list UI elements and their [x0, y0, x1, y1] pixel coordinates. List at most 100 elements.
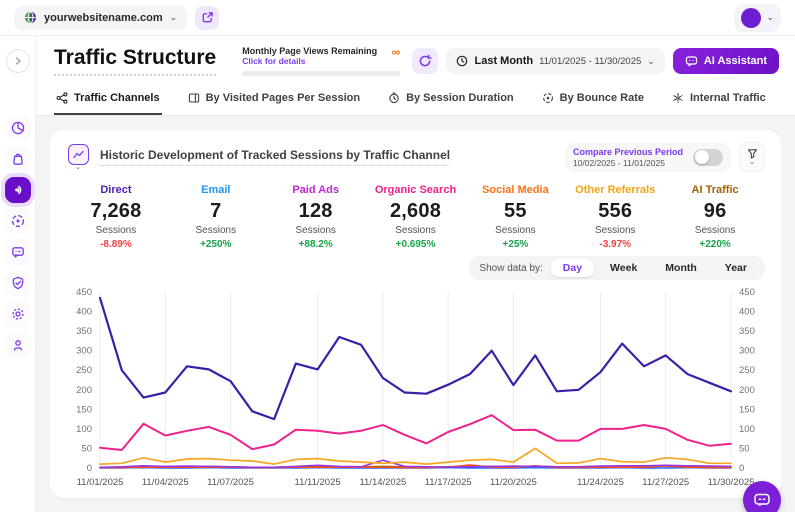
- sidebar-item-dashboard[interactable]: [4, 115, 31, 141]
- content-area: ⌄ Historic Development of Tracked Sessio…: [36, 116, 795, 512]
- support-chat-button[interactable]: [743, 481, 781, 512]
- svg-text:450: 450: [739, 287, 755, 298]
- line-chart-icon: [72, 150, 84, 158]
- tab-internal-traffic[interactable]: Internal Traffic: [670, 84, 768, 115]
- tab-bounce-rate[interactable]: By Bounce Rate: [540, 84, 646, 115]
- svg-text:50: 50: [81, 443, 92, 454]
- tab-traffic-channels[interactable]: Traffic Channels: [54, 84, 162, 115]
- granularity-option-year[interactable]: Year: [713, 259, 759, 277]
- svg-text:11/01/2025: 11/01/2025: [77, 477, 124, 488]
- bounce-target-icon: [542, 93, 553, 103]
- website-selector[interactable]: yourwebsitename.com ⌄: [14, 5, 188, 30]
- stopwatch-icon: [389, 92, 399, 104]
- svg-text:300: 300: [76, 346, 92, 357]
- granularity-option-month[interactable]: Month: [653, 259, 709, 277]
- channel-stat-direct[interactable]: Direct 7,268 Sessions -8.89%: [66, 184, 166, 250]
- channel-stat-ai-traffic[interactable]: AI Traffic 96 Sessions +220%: [665, 184, 765, 250]
- channel-value: 128: [298, 200, 333, 222]
- svg-text:11/17/2025: 11/17/2025: [425, 477, 472, 488]
- tab-label: By Visited Pages Per Session: [205, 92, 361, 104]
- tab-label: By Session Duration: [406, 92, 514, 104]
- granularity-label: Show data by:: [479, 262, 543, 274]
- svg-text:0: 0: [87, 463, 92, 474]
- pageviews-quota: Monthly Page Views Remaining Click for d…: [242, 46, 401, 76]
- sidebar: [0, 36, 36, 512]
- channel-value: 7,268: [90, 200, 142, 222]
- compare-toggle[interactable]: [693, 148, 723, 166]
- channel-unit: Sessions: [95, 225, 137, 236]
- channel-stat-organic-search[interactable]: Organic Search 2,608 Sessions +0.695%: [366, 184, 466, 250]
- sidebar-item-account[interactable]: [4, 332, 31, 358]
- pages-icon: [188, 93, 199, 103]
- tab-visited-pages[interactable]: By Visited Pages Per Session: [186, 84, 362, 115]
- svg-text:11/11/2025: 11/11/2025: [295, 477, 341, 488]
- channel-stats-row: Direct 7,268 Sessions -8.89% Email 7 Sessions +…: [66, 184, 765, 250]
- compare-label: Compare Previous Period: [572, 146, 683, 157]
- channel-name: Organic Search: [374, 184, 457, 196]
- chevron-down-icon: ⌄: [647, 55, 655, 66]
- svg-text:450: 450: [76, 287, 92, 298]
- pie-chart-icon: [11, 121, 24, 135]
- gear-icon: [11, 308, 24, 320]
- svg-text:11/20/2025: 11/20/2025: [490, 477, 537, 488]
- shopping-bag-icon: [12, 153, 23, 165]
- page-header: Traffic Structure Monthly Page Views Rem…: [36, 36, 795, 84]
- date-range-picker[interactable]: Last Month 11/01/2025 - 11/30/2025 ⌄: [446, 48, 665, 74]
- svg-text:150: 150: [739, 404, 755, 415]
- sidebar-item-traffic[interactable]: [4, 177, 31, 203]
- channel-change: +88.2%: [298, 239, 333, 250]
- sidebar-item-ecommerce[interactable]: [4, 146, 31, 172]
- channel-name: Paid Ads: [292, 184, 339, 196]
- chevron-down-icon: ⌄: [766, 12, 774, 22]
- page-title: Traffic Structure: [54, 46, 217, 76]
- date-preset: Last Month: [474, 55, 534, 67]
- svg-text:150: 150: [76, 404, 92, 415]
- channel-name: AI Traffic: [691, 184, 739, 196]
- website-name: yourwebsitename.com: [44, 11, 163, 24]
- granularity-option-week[interactable]: Week: [598, 259, 649, 277]
- channel-value: 556: [598, 200, 633, 222]
- sidebar-collapse-button[interactable]: [5, 49, 30, 73]
- ai-assistant-button[interactable]: AI Assistant: [672, 48, 779, 74]
- channel-change: -3.97%: [599, 239, 632, 250]
- svg-text:11/07/2025: 11/07/2025: [207, 477, 254, 488]
- quota-details-link[interactable]: Click for details: [242, 56, 377, 66]
- channel-name: Direct: [100, 184, 132, 196]
- site-favicon-icon: [24, 11, 37, 24]
- channel-stat-social-media[interactable]: Social Media 55 Sessions +25%: [465, 184, 565, 250]
- date-range-value: 11/01/2025 - 11/30/2025: [539, 55, 642, 67]
- svg-text:100: 100: [739, 424, 755, 435]
- sidebar-item-privacy[interactable]: [4, 270, 31, 296]
- channel-value: 96: [703, 200, 727, 222]
- sidebar-item-feedback[interactable]: [4, 239, 31, 265]
- user-menu[interactable]: ⌄: [734, 3, 781, 32]
- ai-assistant-label: AI Assistant: [703, 55, 767, 67]
- chevron-down-icon: ⌄: [749, 159, 755, 166]
- chevron-down-icon: ⌄: [75, 163, 81, 171]
- sidebar-item-goals[interactable]: [4, 208, 31, 234]
- svg-text:200: 200: [739, 385, 755, 396]
- channel-stat-other-referrals[interactable]: Other Referrals 556 Sessions -3.97%: [565, 184, 665, 250]
- chart-type-selector[interactable]: ⌄: [66, 143, 90, 171]
- svg-text:250: 250: [76, 365, 92, 376]
- refresh-button[interactable]: [412, 48, 439, 74]
- svg-text:11/27/2025: 11/27/2025: [642, 477, 689, 488]
- tab-session-duration[interactable]: By Session Duration: [386, 84, 516, 115]
- channel-stat-email[interactable]: Email 7 Sessions +250%: [166, 184, 266, 250]
- sessions-card: ⌄ Historic Development of Tracked Sessio…: [50, 130, 781, 498]
- svg-text:250: 250: [739, 365, 755, 376]
- channel-unit: Sessions: [495, 225, 536, 236]
- channel-unit: Sessions: [395, 225, 436, 236]
- channel-stat-paid-ads[interactable]: Paid Ads 128 Sessions +88.2%: [266, 184, 366, 250]
- open-website-button[interactable]: [195, 5, 220, 30]
- avatar: [741, 7, 762, 28]
- filter-button[interactable]: ⌄: [739, 142, 765, 172]
- granularity-option-day[interactable]: Day: [550, 259, 595, 277]
- channel-name: Email: [201, 184, 231, 196]
- chevron-down-icon: ⌄: [169, 12, 178, 22]
- channel-change: -8.89%: [100, 239, 132, 250]
- filter-funnel-icon: [747, 149, 757, 159]
- channel-name: Social Media: [482, 184, 549, 196]
- chat-robot-icon: [754, 493, 770, 507]
- sidebar-item-settings[interactable]: [4, 301, 31, 327]
